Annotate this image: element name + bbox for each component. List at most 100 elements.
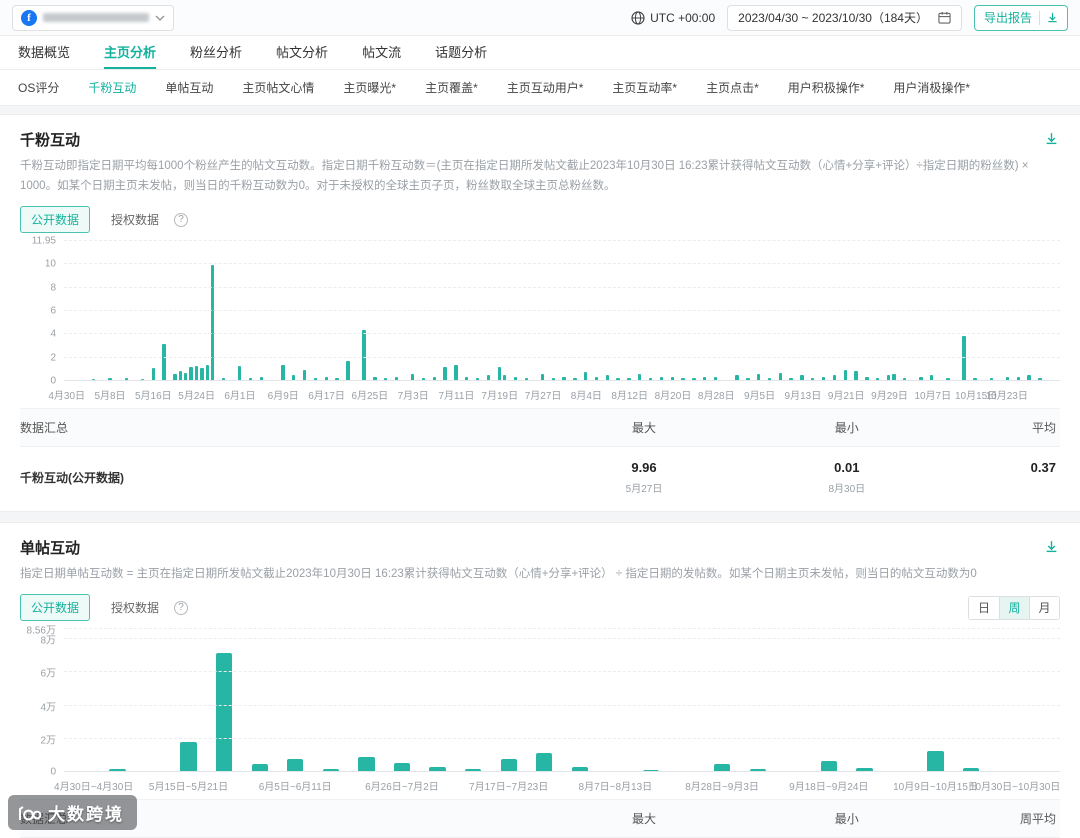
- gridline: [64, 356, 1060, 358]
- x-axis-tick: 7月3日: [397, 391, 429, 403]
- bar: [454, 364, 458, 382]
- main-tab-2[interactable]: 粉丝分析: [190, 36, 242, 69]
- watermark-text: 大数跨境: [48, 805, 124, 824]
- bar-slot: [776, 629, 812, 773]
- main-tab-0[interactable]: 数据概览: [18, 36, 70, 69]
- bar-slot: [100, 629, 136, 773]
- sub-tab-6[interactable]: 主页互动用户*: [507, 79, 584, 96]
- gridline: [64, 333, 1060, 335]
- sub-tab-5[interactable]: 主页覆盖*: [425, 79, 478, 96]
- bar-slot: [491, 629, 527, 773]
- x-axis-tick: 9月21日: [827, 391, 865, 403]
- x-axis-tick: 5月15日~5月21日: [148, 782, 229, 794]
- x-axis-tick: 5月24日: [178, 391, 215, 403]
- download-chart-button-dantie[interactable]: [1043, 538, 1060, 558]
- period-week-button[interactable]: 周: [999, 596, 1029, 619]
- sub-tab-3[interactable]: 主页帖文心情: [242, 79, 314, 96]
- gridline: [64, 704, 1060, 706]
- bar: [194, 366, 199, 382]
- x-axis-tick: 6月17日: [308, 391, 345, 403]
- bar-slot: [669, 629, 705, 773]
- max-cell: 9.96 5月27日: [540, 460, 748, 495]
- divider: [1039, 10, 1040, 25]
- y-axis-tick: 6: [50, 305, 56, 317]
- x-axis-tick: 8月28日~9月3日: [685, 782, 759, 794]
- summary-table-dantie: 数据汇总 最大 最小 周平均 单帖互动(公开数据) 7.14万 5月22日~5月…: [20, 799, 1060, 838]
- section-dantie-hudong: 单帖互动 指定日期单帖互动数 = 主页在指定日期所发帖文截止2023年10月30…: [0, 522, 1080, 838]
- x-axis-tick: 8月20日: [654, 391, 692, 403]
- y-axis-tick: 4万: [40, 702, 56, 714]
- period-month-button[interactable]: 月: [1029, 596, 1059, 619]
- main-tab-1[interactable]: 主页分析: [104, 36, 157, 69]
- gridline: [64, 309, 1060, 311]
- x-axis-tick: 5月16日: [134, 391, 172, 403]
- sub-tab-7[interactable]: 主页互动率*: [612, 79, 677, 96]
- download-icon: [1046, 540, 1057, 552]
- public-data-toggle[interactable]: 公开数据: [20, 206, 91, 234]
- auth-data-toggle[interactable]: 授权数据: [100, 594, 170, 621]
- main-content: 千粉互动 千粉互动即指定日期平均每1000个粉丝产生的帖文互动数。指定日期千粉互…: [0, 114, 1080, 838]
- main-tab-4[interactable]: 帖文流: [362, 36, 401, 69]
- export-report-label: 导出报告: [983, 11, 1032, 25]
- bar-slot: [1025, 629, 1061, 773]
- table-row: 千粉互动(公开数据) 9.96 5月27日 0.01 8月30日 0.37: [20, 447, 1060, 511]
- y-axis-tick: 0: [50, 766, 56, 778]
- bar-slot: [527, 629, 563, 773]
- x-axis-tick: 8月12日: [611, 391, 648, 403]
- min-cell: 0.01 8月30日: [748, 460, 946, 495]
- x-axis-tick: 5月8日: [94, 391, 126, 403]
- globe-icon: [631, 10, 645, 25]
- auth-data-toggle[interactable]: 授权数据: [100, 206, 170, 233]
- main-tabs: 数据概览 主页分析 粉丝分析 帖文分析 帖文流 话题分析: [0, 36, 1080, 70]
- bar: [162, 343, 166, 382]
- data-source-toggle-row: 公开数据 授权数据 ?: [20, 206, 1060, 234]
- download-chart-button-qianfen[interactable]: [1043, 130, 1060, 150]
- sub-tab-1[interactable]: 千粉互动: [88, 79, 136, 96]
- main-tab-5[interactable]: 话题分析: [435, 36, 487, 69]
- sub-tab-8[interactable]: 主页点击*: [706, 79, 759, 96]
- sub-tabs: OS评分 千粉互动 单帖互动 主页帖文心情 主页曝光* 主页覆盖* 主页互动用户* 主页互动率…: [0, 70, 1080, 106]
- sub-tab-2[interactable]: 单帖互动: [165, 79, 213, 96]
- bar: [497, 367, 501, 382]
- bar-slot: [633, 629, 669, 773]
- date-range-picker[interactable]: 2023/04/30 ~ 2023/10/30（184天）: [727, 4, 962, 31]
- x-axis-tick: 6月26日~7月2日: [365, 782, 439, 794]
- help-icon[interactable]: ?: [174, 600, 189, 615]
- bar-slot: [313, 629, 349, 773]
- x-axis-tick: 8月7日~8月13日: [578, 782, 653, 794]
- bar-slot: [704, 629, 740, 773]
- sub-tab-10[interactable]: 用户消极操作*: [893, 79, 970, 96]
- account-selector[interactable]: f: [12, 4, 174, 31]
- main-tab-3[interactable]: 帖文分析: [276, 36, 328, 69]
- summary-table-qianfen: 数据汇总 最大 最小 平均 千粉互动(公开数据) 9.96 5月27日 0.01…: [20, 408, 1060, 511]
- col-max: 最大: [631, 812, 656, 827]
- bar-slot: [811, 629, 847, 773]
- public-data-toggle[interactable]: 公开数据: [20, 594, 91, 622]
- x-axis-tick: 9月13日: [784, 391, 822, 403]
- y-axis-tick: 2: [50, 352, 56, 364]
- sub-tab-9[interactable]: 用户积极操作*: [788, 79, 865, 96]
- x-axis: 4月30日~4月30日 5月15日~5月21日 6月5日~6月11日 6月26日~7月…: [54, 772, 1060, 794]
- bar-slot: [171, 629, 207, 773]
- bar: [211, 264, 215, 382]
- bar-slot: [847, 629, 883, 773]
- gridline: [64, 628, 1060, 630]
- y-axis-tick: 8: [50, 282, 56, 294]
- bar-slot: [562, 629, 598, 773]
- y-axis-tick: 2万: [40, 735, 56, 747]
- period-day-button[interactable]: 日: [969, 596, 999, 619]
- x-axis-tick: 10月9日~10月15日: [893, 782, 978, 794]
- y-axis: 0 2 4 6 8 10 11.95: [20, 236, 64, 387]
- y-axis: 0 2万 4万 6万 8万 8.56万: [20, 626, 64, 778]
- x-axis-tick: 7月11日: [438, 391, 475, 403]
- summary-header: 数据汇总 最大 最小 平均: [20, 408, 1060, 448]
- x-axis-tick: 7月19日: [481, 391, 519, 403]
- sub-tab-4[interactable]: 主页曝光*: [343, 79, 396, 96]
- x-axis-tick: 10月7日: [914, 391, 952, 403]
- gridline: [64, 671, 1060, 673]
- bar: [500, 759, 517, 773]
- sub-tab-0[interactable]: OS评分: [18, 79, 59, 96]
- export-report-button[interactable]: 导出报告: [973, 4, 1068, 31]
- x-axis-tick: 10月23日: [985, 391, 1028, 403]
- help-icon[interactable]: ?: [174, 212, 189, 227]
